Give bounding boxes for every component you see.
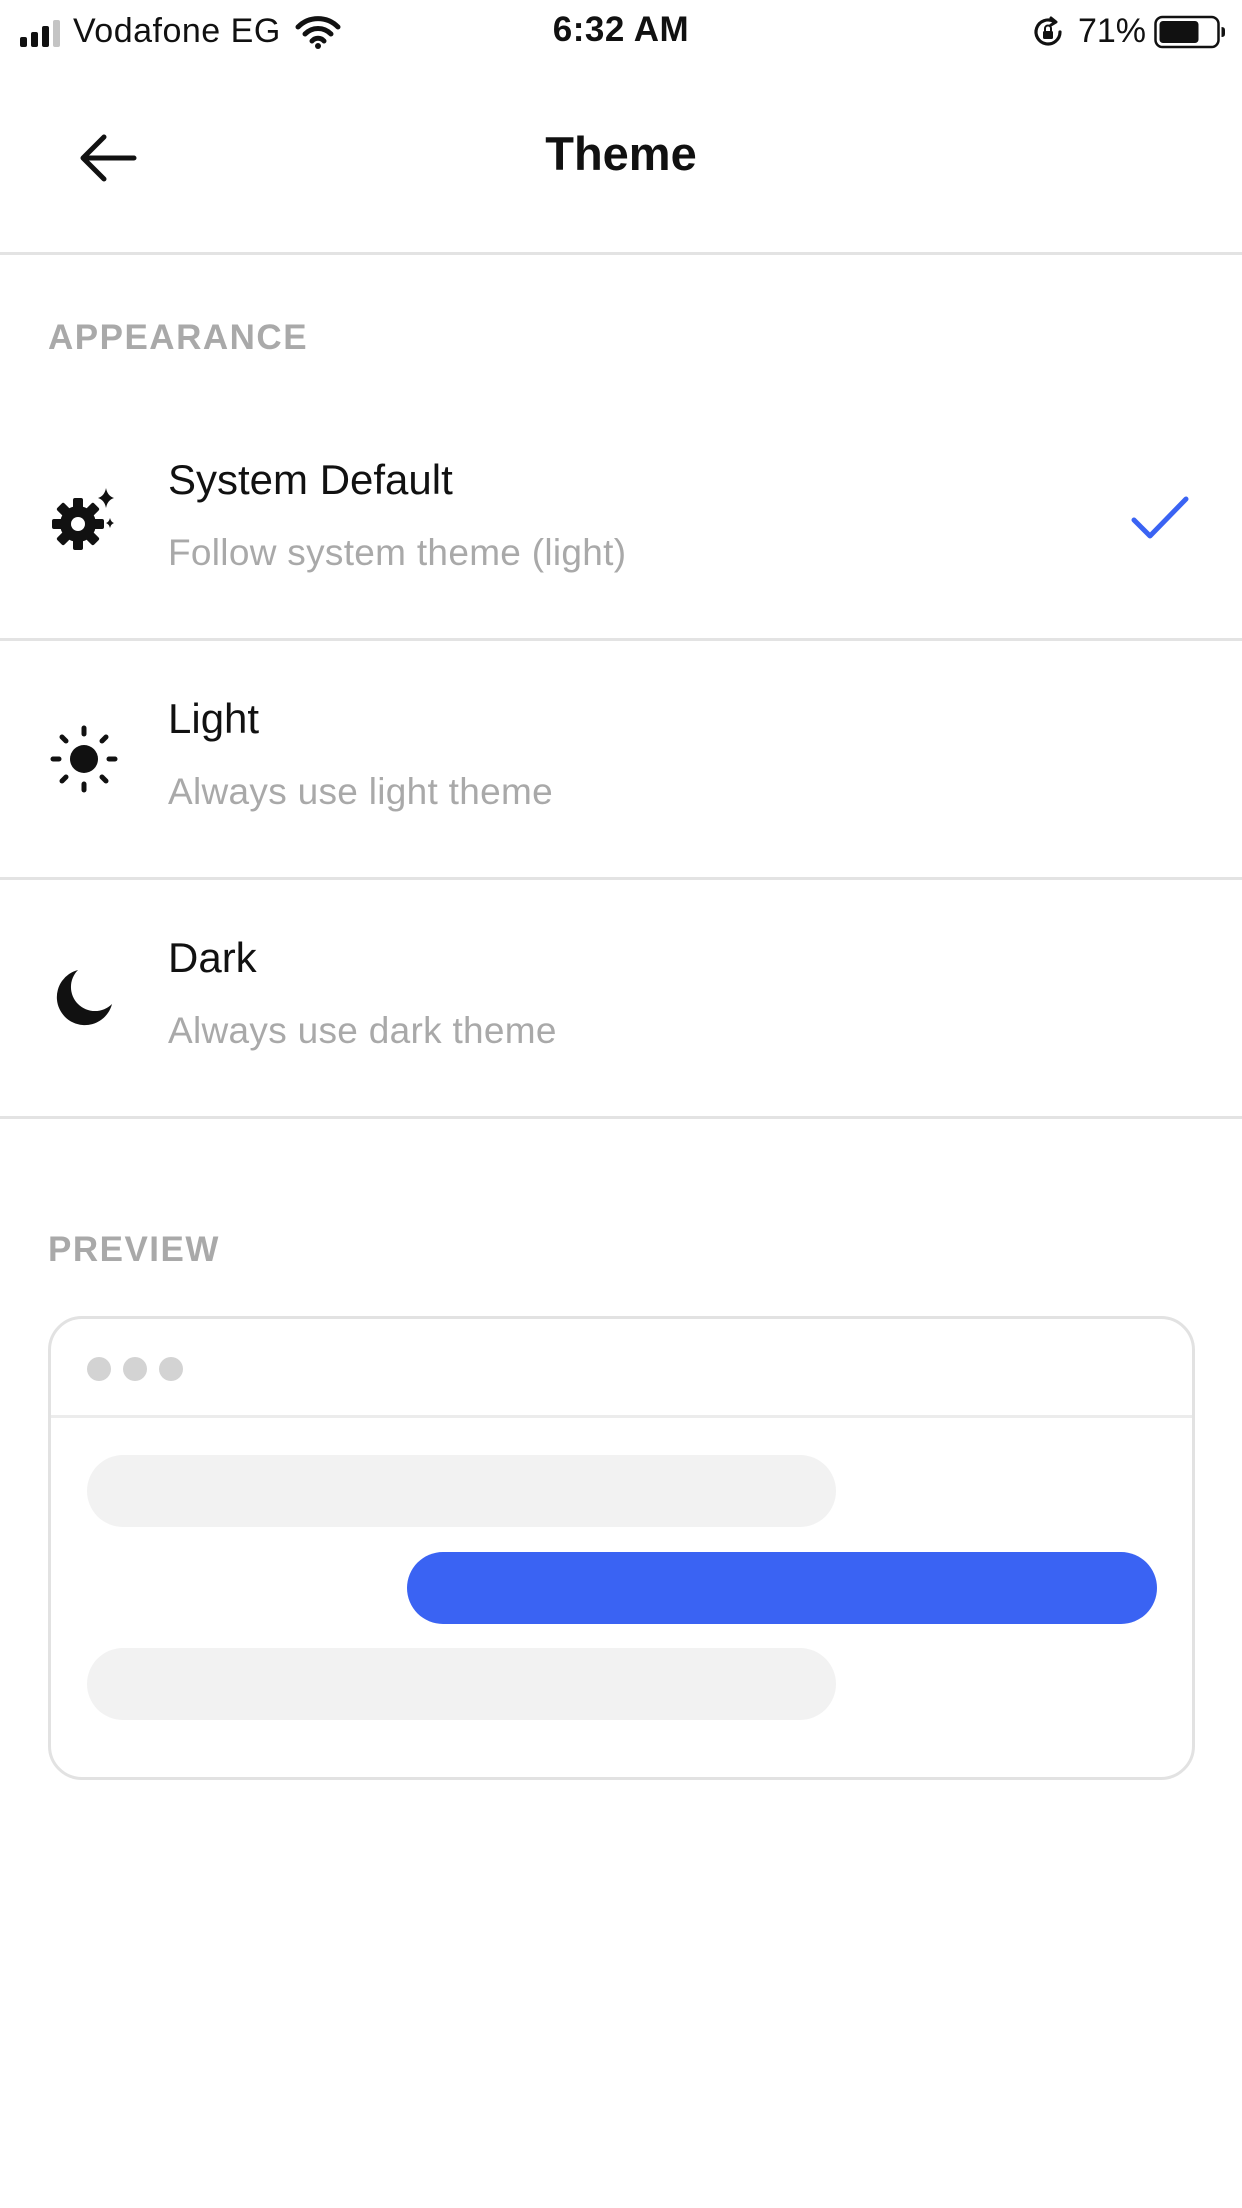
window-dot <box>87 1357 111 1381</box>
option-divider <box>0 1116 1242 1119</box>
preview-divider <box>51 1415 1192 1418</box>
option-title: System Default <box>168 456 453 503</box>
option-title: Light <box>168 695 260 742</box>
option-subtitle: Follow system theme (light) <box>168 532 627 573</box>
battery-icon <box>1154 15 1225 48</box>
status-bar: Vodafone EG 6:32 AM 71% <box>0 0 1242 62</box>
window-dot <box>159 1357 183 1381</box>
theme-settings-screen: Vodafone EG 6:32 AM 71% Theme APPEARANCE… <box>0 0 1242 2208</box>
theme-preview-card <box>48 1316 1195 1780</box>
option-title: Dark <box>168 934 257 981</box>
header-divider <box>0 252 1242 255</box>
preview-incoming-bubble <box>87 1455 836 1527</box>
rotation-lock-icon <box>1034 16 1062 46</box>
option-subtitle: Always use light theme <box>168 771 554 812</box>
sun-icon <box>50 725 118 793</box>
preview-section-title: PREVIEW <box>48 1230 220 1269</box>
theme-option-dark[interactable]: Dark Always use dark theme <box>0 880 1242 1118</box>
navigation-bar: Theme <box>0 62 1242 254</box>
gear-sparkle-icon <box>52 488 114 550</box>
theme-option-light[interactable]: Light Always use light theme <box>0 641 1242 879</box>
window-dot <box>123 1357 147 1381</box>
window-dots <box>87 1357 183 1381</box>
status-right: 71% <box>1030 12 1226 51</box>
checkmark-icon <box>1131 496 1189 539</box>
option-subtitle: Always use dark theme <box>168 1010 557 1051</box>
page-title: Theme <box>545 127 697 180</box>
preview-incoming-bubble <box>87 1648 836 1720</box>
preview-outgoing-bubble <box>407 1552 1157 1624</box>
appearance-section-title: APPEARANCE <box>48 318 309 357</box>
battery-percentage: 71% <box>1077 12 1146 50</box>
theme-option-system-default[interactable]: System Default Follow system theme (ligh… <box>0 402 1242 640</box>
moon-icon <box>56 970 112 1026</box>
